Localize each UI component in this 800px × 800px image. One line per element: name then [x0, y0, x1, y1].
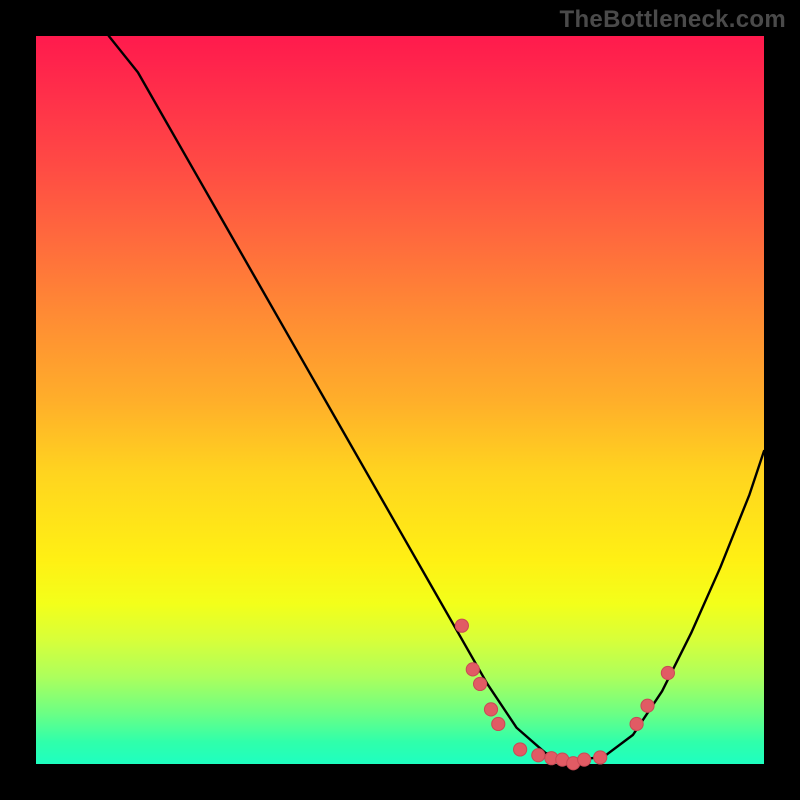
curve-marker [492, 717, 505, 730]
chart-stage: TheBottleneck.com [0, 0, 800, 800]
bottleneck-chart [36, 36, 764, 764]
curve-markers [455, 619, 674, 770]
curve-marker [484, 703, 497, 716]
plot-area [36, 36, 764, 764]
curve-marker [594, 751, 607, 764]
curve-marker [473, 677, 486, 690]
curve-marker [578, 753, 591, 766]
watermark-label: TheBottleneck.com [560, 6, 786, 34]
curve-marker [514, 743, 527, 756]
curve-marker [641, 699, 654, 712]
bottleneck-curve-line [109, 36, 764, 760]
curve-marker [661, 666, 674, 679]
curve-marker [630, 717, 643, 730]
curve-marker [455, 619, 468, 632]
curve-marker [466, 663, 479, 676]
curve-marker [532, 749, 545, 762]
